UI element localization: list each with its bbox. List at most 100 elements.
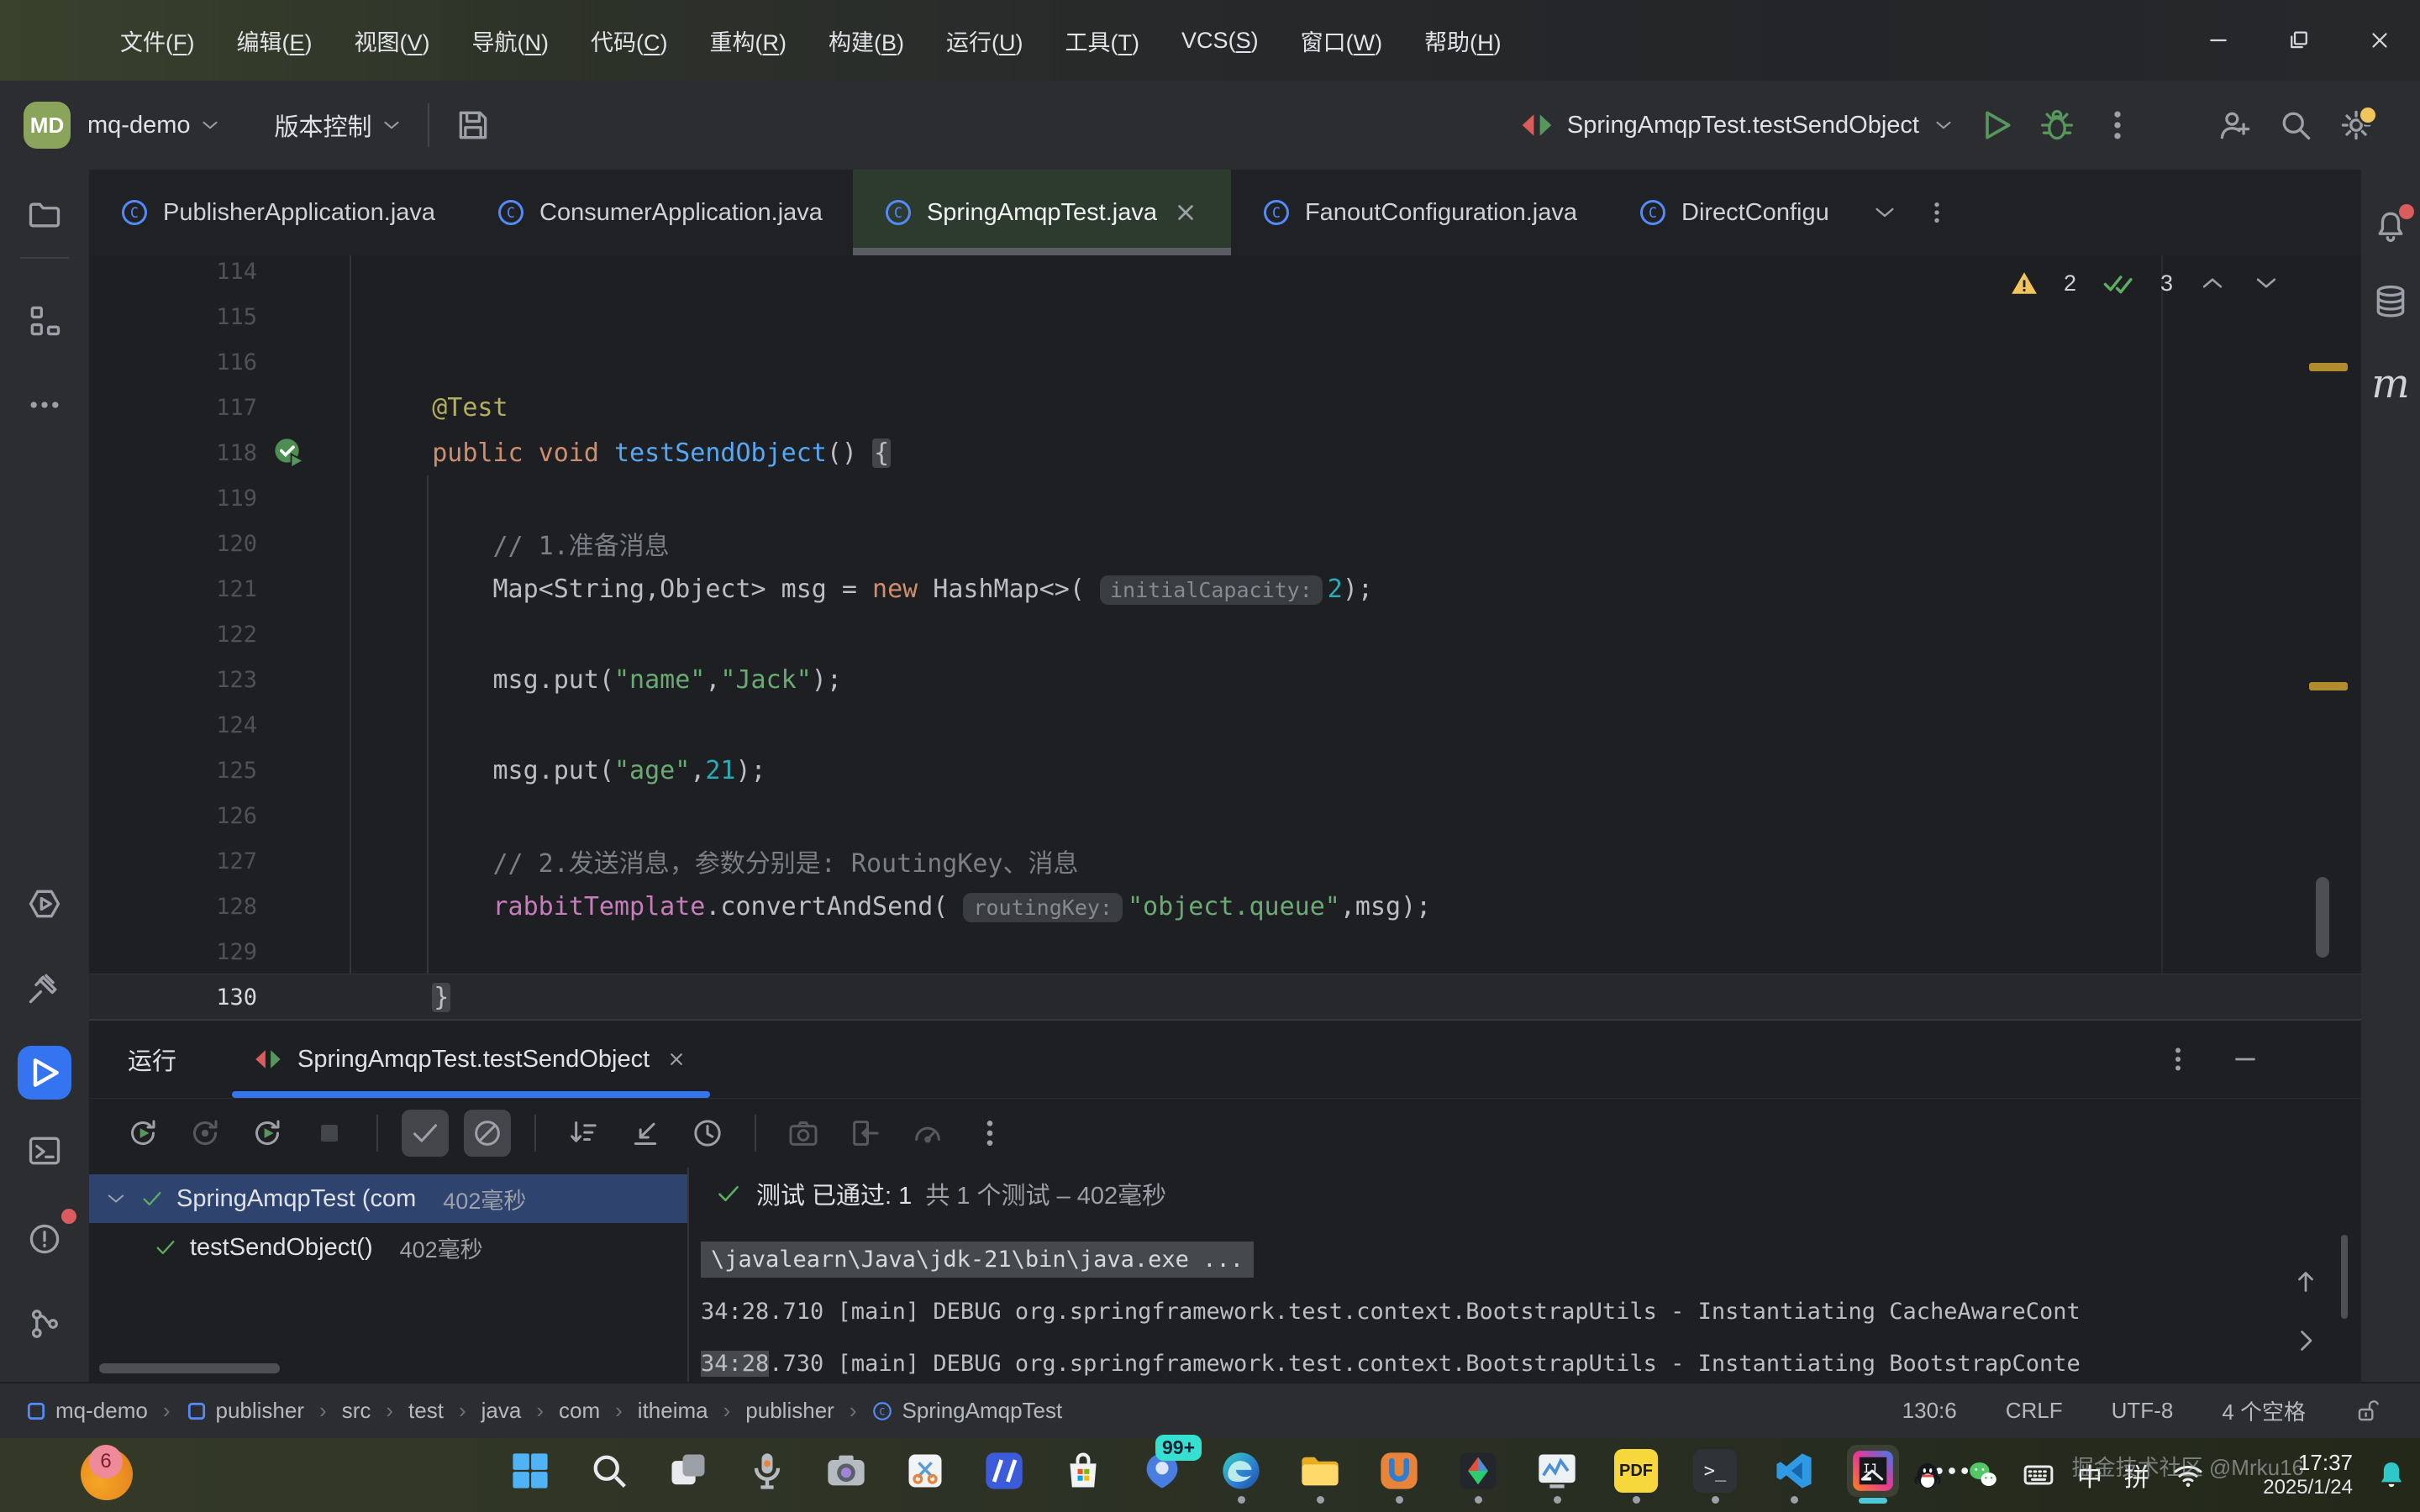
tray-expand-icon[interactable]	[1855, 1458, 1889, 1492]
taskbar-file-explorer[interactable]	[1294, 1445, 1346, 1497]
save-all-button[interactable]	[455, 107, 492, 144]
tree-scrollbar[interactable]	[99, 1363, 280, 1373]
line-number[interactable]: 114	[89, 259, 257, 285]
taskbar-vscode[interactable]	[1768, 1445, 1820, 1497]
breadcrumb-springamqptest[interactable]: CSpringAmqpTest	[871, 1398, 1062, 1424]
error-stripe-mark[interactable]	[2309, 363, 2348, 371]
run-more-options-button[interactable]	[966, 1110, 1013, 1157]
breadcrumb-java[interactable]: java	[481, 1398, 522, 1424]
maven-tool-button[interactable]: m	[2368, 361, 2413, 407]
menu-e[interactable]: 编辑(E)	[216, 24, 334, 57]
stop-button[interactable]	[306, 1110, 353, 1157]
editor-tab-fanoutconfiguration-java[interactable]: CFanoutConfiguration.java	[1231, 170, 1607, 255]
breadcrumb-com[interactable]: com	[559, 1398, 600, 1424]
taskbar-edge[interactable]	[1215, 1445, 1267, 1497]
restore-button[interactable]	[2259, 0, 2339, 81]
taskbar-voice[interactable]	[741, 1445, 793, 1497]
database-tool-button[interactable]	[2368, 279, 2413, 324]
project-avatar[interactable]: MD	[24, 102, 71, 149]
coverage-button[interactable]	[904, 1110, 951, 1157]
editor-tab-springamqptest-java[interactable]: CSpringAmqpTest.java	[853, 170, 1231, 255]
taskbar-chat[interactable]: 99+	[1136, 1445, 1188, 1497]
rerun-tests-button[interactable]	[119, 1110, 166, 1157]
editor-tab-directconfigu[interactable]: CDirectConfigu	[1607, 170, 1860, 255]
snapshot-button[interactable]	[780, 1110, 827, 1157]
code-editor[interactable]: 114115116117 @Test118 public void testSe…	[89, 255, 2361, 1019]
taskbar-taskbar-search[interactable]	[583, 1445, 635, 1497]
wifi-icon[interactable]	[2171, 1458, 2205, 1492]
taskbar-snipping-tool[interactable]	[899, 1445, 951, 1497]
line-number[interactable]: 125	[89, 758, 257, 784]
scroll-up-icon[interactable]	[2291, 1267, 2321, 1297]
line-number[interactable]: 124	[89, 712, 257, 738]
taskbar-xterm[interactable]	[1452, 1445, 1504, 1497]
line-ending[interactable]: CRLF	[2006, 1398, 2063, 1424]
taskbar-pdf-app[interactable]: PDF	[1610, 1445, 1662, 1497]
keyboard-icon[interactable]	[2022, 1458, 2055, 1492]
editor-tab-publisherapplication-java[interactable]: CPublisherApplication.java	[89, 170, 466, 255]
test-tree-row-1[interactable]: testSendObject()402毫秒	[89, 1223, 687, 1272]
line-number[interactable]: 128	[89, 894, 257, 920]
minimize-button[interactable]	[2178, 0, 2259, 81]
code-with-me-button[interactable]	[2217, 107, 2254, 144]
options-menu-button[interactable]	[2163, 1044, 2193, 1074]
close-icon[interactable]	[665, 1047, 688, 1071]
line-number[interactable]: 117	[89, 395, 257, 421]
file-encoding[interactable]: UTF-8	[2112, 1398, 2174, 1424]
run-tab[interactable]: SpringAmqpTest.testSendObject	[232, 1021, 710, 1098]
search-everywhere-button[interactable]	[2277, 107, 2314, 144]
navigate-to-last-button[interactable]	[622, 1110, 669, 1157]
services-tool-button[interactable]	[18, 877, 71, 931]
project-tool-button[interactable]	[18, 188, 71, 242]
breadcrumb-src[interactable]: src	[342, 1398, 371, 1424]
taskbar-terminal-app[interactable]: >_	[1689, 1445, 1741, 1497]
import-tests-button[interactable]	[842, 1110, 889, 1157]
indent-setting[interactable]: 4 个空格	[2222, 1395, 2306, 1426]
taskbar-dev-app[interactable]	[978, 1445, 1030, 1497]
taskbar-task-view[interactable]	[662, 1445, 714, 1497]
qq-icon[interactable]	[1911, 1458, 1944, 1492]
console-scrollbar[interactable]	[2341, 1235, 2348, 1319]
hide-panel-button[interactable]	[2230, 1044, 2260, 1074]
chevron-up-icon[interactable]	[2198, 269, 2227, 297]
terminal-tool-button[interactable]	[18, 1124, 71, 1178]
menu-s[interactable]: VCS(S)	[1160, 28, 1280, 54]
vcs-widget[interactable]: 版本控制	[258, 108, 402, 143]
settings-button[interactable]	[2338, 107, 2375, 144]
line-number[interactable]: 122	[89, 622, 257, 648]
wechat-icon[interactable]	[1966, 1458, 2000, 1492]
project-switcher[interactable]: mq-demo	[71, 112, 221, 139]
inspection-widget[interactable]: 2 3	[2010, 269, 2281, 297]
ime-language[interactable]: 中	[2077, 1457, 2102, 1494]
line-number[interactable]: 126	[89, 803, 257, 829]
menu-r[interactable]: 重构(R)	[689, 24, 808, 57]
show-passed-toggle[interactable]	[402, 1110, 449, 1157]
rerun-failed-tests-button[interactable]	[244, 1110, 291, 1157]
tab-list-dropdown-icon[interactable]	[1871, 199, 1898, 226]
editor-scrollbar[interactable]	[2316, 877, 2329, 958]
chevron-down-icon[interactable]	[2252, 269, 2281, 297]
close-button[interactable]	[2339, 0, 2420, 81]
breadcrumb-publisher[interactable]: publisher	[745, 1398, 834, 1424]
menu-b[interactable]: 构建(B)	[808, 24, 925, 57]
caret-position[interactable]: 130:6	[1902, 1398, 1957, 1424]
taskbar-camera-app[interactable]	[820, 1445, 872, 1497]
line-number[interactable]: 120	[89, 531, 257, 557]
more-tool-windows-button[interactable]	[18, 378, 71, 432]
breadcrumb-publisher[interactable]: publisher	[186, 1398, 305, 1424]
breadcrumb-mq-demo[interactable]: mq-demo	[25, 1398, 148, 1424]
debug-button[interactable]	[2039, 107, 2075, 144]
test-tree-row-0[interactable]: SpringAmqpTest (com402毫秒	[89, 1174, 687, 1223]
test-history-button[interactable]	[684, 1110, 731, 1157]
notifications-button[interactable]	[2368, 203, 2413, 249]
line-number[interactable]: 119	[89, 486, 257, 512]
rerun-button[interactable]	[182, 1110, 229, 1157]
menu-h[interactable]: 帮助(H)	[1403, 24, 1523, 57]
line-number[interactable]: 115	[89, 304, 257, 330]
line-number[interactable]: 121	[89, 576, 257, 602]
run-button[interactable]	[1978, 107, 2015, 144]
line-number[interactable]: 123	[89, 667, 257, 693]
news-widget[interactable]: 6	[81, 1448, 133, 1500]
structure-tool-button[interactable]	[18, 294, 71, 348]
lock-icon[interactable]	[2354, 1398, 2381, 1425]
